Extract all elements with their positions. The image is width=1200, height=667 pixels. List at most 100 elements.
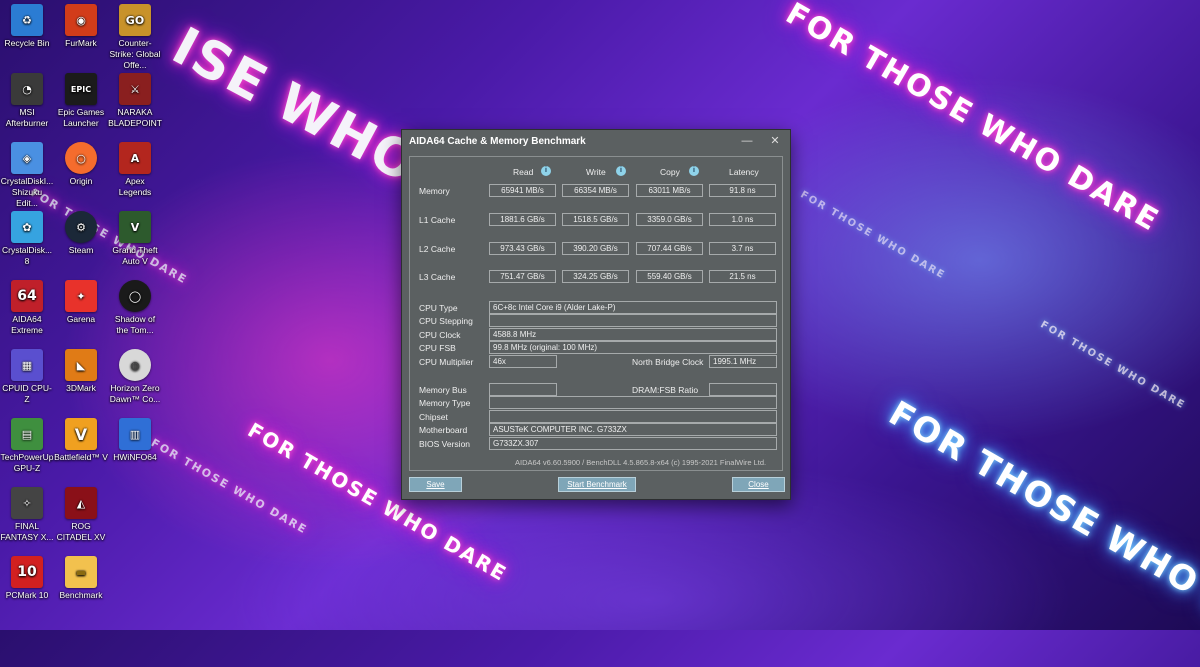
bios-version-value: G733ZX.307 <box>489 437 777 450</box>
version-footer: AIDA64 v6.60.5900 / BenchDLL 4.5.865.8-x… <box>515 458 767 467</box>
close-button[interactable]: Close <box>732 477 785 492</box>
desktop-icon-cpu-z[interactable]: ▦ CPUID CPU-Z <box>0 349 54 405</box>
desktop-icon-shadow-tomb-raider[interactable]: ◯ Shadow of the Tom... <box>108 280 162 336</box>
l3-write-value: 324.25 GB/s <box>562 270 629 283</box>
garena-icon: ✦ <box>65 280 97 312</box>
save-button[interactable]: Save <box>409 477 462 492</box>
cpu-multiplier-value: 46x <box>489 355 557 368</box>
apex-legends-icon: A <box>119 142 151 174</box>
memory-write-value: 66354 MB/s <box>562 184 629 197</box>
crystaldiskinfo-icon: ◈ <box>11 142 43 174</box>
chipset-value <box>489 410 777 423</box>
cpu-fsb-label: CPU FSB <box>419 343 456 353</box>
origin-icon: ○ <box>65 142 97 174</box>
hwinfo-icon: ▥ <box>119 418 151 450</box>
window-titlebar[interactable]: AIDA64 Cache & Memory Benchmark — ✕ <box>402 130 790 152</box>
l1-copy-value: 3359.0 GB/s <box>636 213 703 226</box>
desktop-icon-hwinfo[interactable]: ▥ HWiNFO64 <box>108 418 162 463</box>
motherboard-value: ASUSTeK COMPUTER INC. G733ZX <box>489 423 777 436</box>
close-icon[interactable]: ✕ <box>764 133 786 149</box>
l2-latency-value: 3.7 ns <box>709 242 776 255</box>
final-fantasy-icon: ✧ <box>11 487 43 519</box>
column-header-copy: Copy <box>660 167 680 177</box>
msi-afterburner-icon: ◔ <box>11 73 43 105</box>
l1-read-value: 1881.6 GB/s <box>489 213 556 226</box>
desktop-icon-3dmark[interactable]: ◣ 3DMark <box>54 349 108 394</box>
l2-write-value: 390.20 GB/s <box>562 242 629 255</box>
l1-latency-value: 1.0 ns <box>709 213 776 226</box>
epic-games-icon: EPIC <box>65 73 97 105</box>
north-bridge-clock-value: 1995.1 MHz <box>709 355 777 368</box>
desktop-icon-crystaldiskmark[interactable]: ✿ CrystalDisk... 8 <box>0 211 54 267</box>
desktop-icon-aida64[interactable]: 64 AIDA64 Extreme <box>0 280 54 336</box>
desktop-icon-gta-v[interactable]: V Grand Theft Auto V <box>108 211 162 267</box>
desktop-icon-steam[interactable]: ⚙ Steam <box>54 211 108 256</box>
wallpaper-slogan-bottom-right: FOR THOSE WHO DARE <box>881 393 1200 667</box>
start-benchmark-button[interactable]: Start Benchmark <box>558 477 636 492</box>
wallpaper-slogan-small-4: FOR THOSE WHO DARE <box>798 189 948 282</box>
desktop-icon-rog-citadel[interactable]: ◭ ROG CITADEL XV <box>54 487 108 543</box>
north-bridge-clock-label: North Bridge Clock <box>632 357 704 367</box>
crystaldiskmark-icon: ✿ <box>11 211 43 243</box>
copy-info-icon[interactable]: i <box>689 166 699 176</box>
motherboard-label: Motherboard <box>419 425 468 435</box>
dram-fsb-ratio-value <box>709 383 777 396</box>
aida64-icon: 64 <box>11 280 43 312</box>
minimize-icon[interactable]: — <box>736 133 758 149</box>
row-label-l3-cache: L3 Cache <box>419 272 456 282</box>
memory-latency-value: 91.8 ns <box>709 184 776 197</box>
row-label-memory: Memory <box>419 186 450 196</box>
l2-copy-value: 707.44 GB/s <box>636 242 703 255</box>
desktop-icon-recycle-bin[interactable]: ♻ Recycle Bin <box>0 4 54 49</box>
desktop-icon-epic-games[interactable]: EPIC Epic Games Launcher <box>54 73 108 129</box>
desktop-icon-origin[interactable]: ○ Origin <box>54 142 108 187</box>
desktop-icon-battlefield[interactable]: V Battlefield™ V <box>54 418 108 463</box>
l3-copy-value: 559.40 GB/s <box>636 270 703 283</box>
desktop-icon-pcmark[interactable]: 10 PCMark 10 <box>0 556 54 601</box>
aida64-benchmark-window: AIDA64 Cache & Memory Benchmark — ✕ Read… <box>401 129 791 500</box>
desktop-icon-benchmark-folder[interactable]: ▬ Benchmark <box>54 556 108 601</box>
benchmark-panel: Read i Write i Copy i Latency Memory 659… <box>409 156 783 471</box>
desktop-icon-horizon-zero-dawn[interactable]: ◍ Horizon Zero Dawn™ Co... <box>108 349 162 405</box>
memory-bus-label: Memory Bus <box>419 385 467 395</box>
l3-latency-value: 21.5 ns <box>709 270 776 283</box>
desktop-icon-msi-afterburner[interactable]: ◔ MSI Afterburner <box>0 73 54 129</box>
3dmark-icon: ◣ <box>65 349 97 381</box>
gpu-z-icon: ▤ <box>11 418 43 450</box>
pcmark-icon: 10 <box>11 556 43 588</box>
wallpaper-slogan-top-right: FOR THOSE WHO DARE <box>779 0 1166 239</box>
desktop-icon-gpu-z[interactable]: ▤ TechPowerUp GPU-Z <box>0 418 54 474</box>
bios-version-label: BIOS Version <box>419 439 471 449</box>
rog-citadel-icon: ◭ <box>65 487 97 519</box>
desktop-icon-crystaldiskinfo[interactable]: ◈ CrystalDiskI... Shizuku Edit... <box>0 142 54 209</box>
desktop-icon-final-fantasy[interactable]: ✧ FINAL FANTASY X... <box>0 487 54 543</box>
cpu-stepping-label: CPU Stepping <box>419 316 473 326</box>
naraka-icon: ⚔ <box>119 73 151 105</box>
memory-type-label: Memory Type <box>419 398 471 408</box>
memory-type-value <box>489 396 777 409</box>
row-label-l2-cache: L2 Cache <box>419 244 456 254</box>
memory-read-value: 65941 MB/s <box>489 184 556 197</box>
cpu-stepping-value <box>489 314 777 327</box>
cpu-multiplier-label: CPU Multiplier <box>419 357 474 367</box>
gta-v-icon: V <box>119 211 151 243</box>
folder-icon: ▬ <box>65 556 97 588</box>
chipset-label: Chipset <box>419 412 448 422</box>
memory-copy-value: 63011 MB/s <box>636 184 703 197</box>
cpu-clock-label: CPU Clock <box>419 330 461 340</box>
cpu-type-value: 6C+8c Intel Core i9 (Alder Lake-P) <box>489 301 777 314</box>
window-title: AIDA64 Cache & Memory Benchmark <box>409 135 586 147</box>
desktop-icon-naraka[interactable]: ⚔ NARAKA BLADEPOINT <box>108 73 162 129</box>
desktop-icon-garena[interactable]: ✦ Garena <box>54 280 108 325</box>
desktop-icon-csgo[interactable]: GO Counter-Strike: Global Offe... <box>108 4 162 71</box>
horizon-zero-dawn-icon: ◍ <box>119 349 151 381</box>
row-label-l1-cache: L1 Cache <box>419 215 456 225</box>
dram-fsb-ratio-label: DRAM:FSB Ratio <box>632 385 699 395</box>
desktop-icon-furmark[interactable]: ◉ FurMark <box>54 4 108 49</box>
write-info-icon[interactable]: i <box>616 166 626 176</box>
desktop-icon-apex-legends[interactable]: A Apex Legends <box>108 142 162 198</box>
column-header-latency: Latency <box>729 167 759 177</box>
read-info-icon[interactable]: i <box>541 166 551 176</box>
furmark-icon: ◉ <box>65 4 97 36</box>
cpu-fsb-value: 99.8 MHz (original: 100 MHz) <box>489 341 777 354</box>
